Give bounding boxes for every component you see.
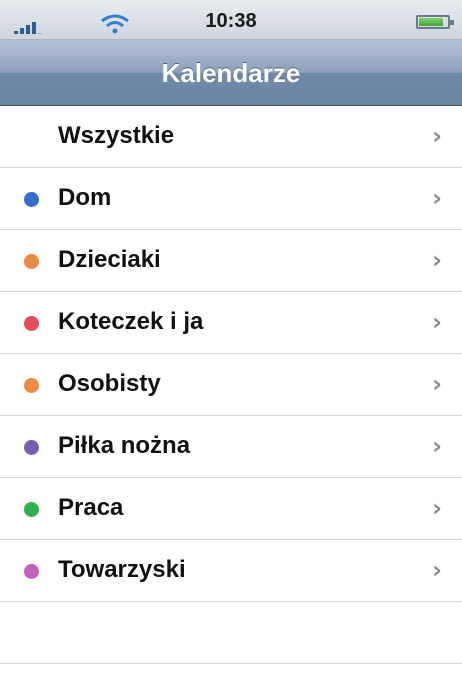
navigation-bar: Kalendarze xyxy=(0,40,462,106)
chevron-right-icon: › xyxy=(432,308,442,336)
chevron-right-icon: › xyxy=(432,246,442,274)
calendar-color-dot xyxy=(24,378,39,393)
battery-level xyxy=(419,18,443,26)
chevron-right-icon: › xyxy=(432,184,442,212)
status-time: 10:38 xyxy=(205,10,257,32)
chevron-right-icon: › xyxy=(432,494,442,522)
calendar-label: Dzieciaki xyxy=(58,246,161,273)
calendar-label: Koteczek i ja xyxy=(58,308,204,335)
calendar-row-towarzyski[interactable]: Towarzyski › xyxy=(0,540,462,602)
calendar-row-praca[interactable]: Praca › xyxy=(0,478,462,540)
empty-list-row xyxy=(0,602,462,664)
calendar-label: Osobisty xyxy=(58,370,161,397)
calendar-row-osobisty[interactable]: Osobisty › xyxy=(0,354,462,416)
calendar-row-dom[interactable]: Dom › xyxy=(0,168,462,230)
calendar-label: Dom xyxy=(58,184,112,211)
page-title: Kalendarze xyxy=(161,58,301,88)
calendars-screen: 10:38 Kalendarze Wszystkie › Dom › Dziec… xyxy=(0,0,462,697)
calendar-row-pilka-nozna[interactable]: Piłka nożna › xyxy=(0,416,462,478)
calendar-label: Wszystkie xyxy=(58,122,175,149)
calendar-color-dot xyxy=(24,502,39,517)
status-bar: 10:38 xyxy=(0,0,462,40)
calendar-row-wszystkie[interactable]: Wszystkie › xyxy=(0,106,462,168)
calendar-label: Piłka nożna xyxy=(58,432,191,459)
calendar-row-dzieciaki[interactable]: Dzieciaki › xyxy=(0,230,462,292)
calendar-row-koteczek-i-ja[interactable]: Koteczek i ja › xyxy=(0,292,462,354)
calendar-label: Towarzyski xyxy=(58,556,186,583)
chevron-right-icon: › xyxy=(432,122,442,150)
chevron-right-icon: › xyxy=(432,556,442,584)
calendar-color-dot xyxy=(24,192,39,207)
chevron-right-icon: › xyxy=(432,370,442,398)
calendar-color-dot xyxy=(24,440,39,455)
calendar-color-dot xyxy=(24,254,39,269)
calendar-list: Wszystkie › Dom › Dzieciaki › Koteczek i… xyxy=(0,106,462,664)
calendar-label: Praca xyxy=(58,494,124,521)
battery-icon xyxy=(416,15,454,29)
chevron-right-icon: › xyxy=(432,432,442,460)
calendar-color-dot xyxy=(24,316,39,331)
calendar-color-dot xyxy=(24,564,39,579)
